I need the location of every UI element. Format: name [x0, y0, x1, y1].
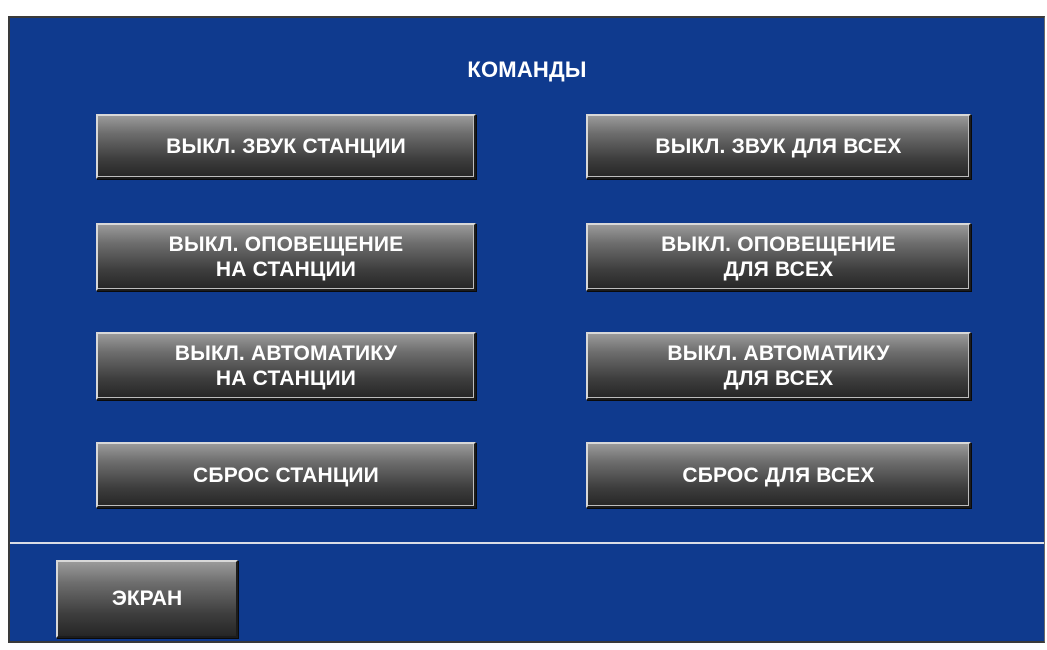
commands-panel: КОМАНДЫ ВЫКЛ. ЗВУК СТАНЦИИ ВЫКЛ. ЗВУК ДЛ…	[8, 16, 1045, 643]
mute-all-button[interactable]: ВЫКЛ. ЗВУК ДЛЯ ВСЕХ	[586, 114, 971, 179]
screen-button[interactable]: ЭКРАН	[56, 560, 238, 638]
mute-station-button[interactable]: ВЫКЛ. ЗВУК СТАНЦИИ	[96, 114, 476, 179]
reset-all-button[interactable]: СБРОС ДЛЯ ВСЕХ	[586, 442, 971, 508]
auto-off-station-button[interactable]: ВЫКЛ. АВТОМАТИКУ НА СТАНЦИИ	[96, 332, 476, 400]
alert-off-all-button[interactable]: ВЫКЛ. ОПОВЕЩЕНИЕ ДЛЯ ВСЕХ	[586, 223, 971, 291]
footer-divider	[10, 542, 1044, 544]
auto-off-all-button[interactable]: ВЫКЛ. АВТОМАТИКУ ДЛЯ ВСЕХ	[586, 332, 971, 400]
panel-title: КОМАНДЫ	[467, 57, 587, 82]
reset-station-button[interactable]: СБРОС СТАНЦИИ	[96, 442, 476, 508]
alert-off-station-button[interactable]: ВЫКЛ. ОПОВЕЩЕНИЕ НА СТАНЦИИ	[96, 223, 476, 291]
